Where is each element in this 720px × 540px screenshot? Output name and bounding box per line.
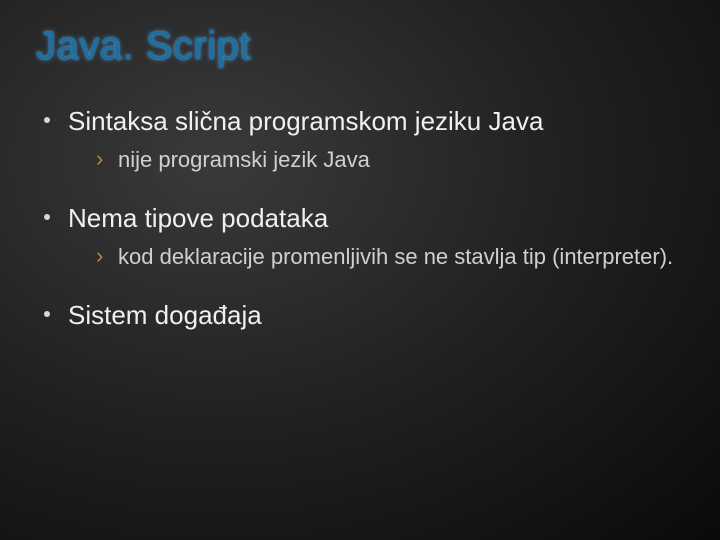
sub-bullet-text: nije programski jezik Java <box>118 146 684 175</box>
list-item: Sistem događaja <box>36 299 684 332</box>
bullet-text: Sintaksa slična programskom jeziku Java <box>68 105 684 138</box>
bullet-text: Nema tipove podataka <box>68 202 684 235</box>
list-item: Nema tipove podataka kod deklaracije pro… <box>36 202 684 271</box>
list-item: Sintaksa slična programskom jeziku Java … <box>36 105 684 174</box>
bullet-list: Sintaksa slična programskom jeziku Java … <box>36 105 684 332</box>
slide-title: Java. Script <box>36 24 684 69</box>
slide: Java. Script Sintaksa slična programskom… <box>0 0 720 540</box>
sub-list-item: kod deklaracije promenljivih se ne stavl… <box>96 243 684 272</box>
sub-list: kod deklaracije promenljivih se ne stavl… <box>96 243 684 272</box>
bullet-text: Sistem događaja <box>68 299 684 332</box>
sub-list-item: nije programski jezik Java <box>96 146 684 175</box>
sub-bullet-text: kod deklaracije promenljivih se ne stavl… <box>118 243 684 272</box>
sub-list: nije programski jezik Java <box>96 146 684 175</box>
